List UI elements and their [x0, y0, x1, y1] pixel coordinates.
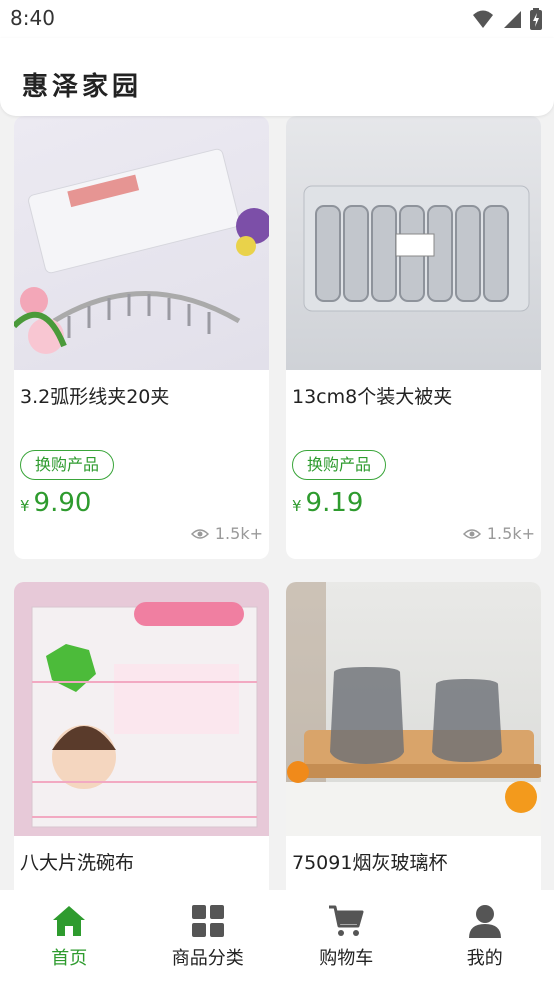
exchange-tag: 换购产品 [20, 450, 115, 480]
currency-symbol: ¥ [20, 497, 30, 515]
exchange-tag: 换购产品 [292, 450, 387, 480]
view-count: 1.5k+ [462, 524, 535, 543]
tab-home[interactable]: 首页 [0, 890, 139, 984]
currency-symbol: ¥ [292, 497, 302, 515]
product-price: ¥9.90 [20, 488, 91, 518]
status-time: 8:40 [10, 6, 55, 30]
wifi-icon [473, 10, 493, 28]
category-grid-icon [191, 905, 224, 937]
battery-icon [530, 8, 542, 30]
tab-categories[interactable]: 商品分类 [139, 890, 278, 984]
product-image[interactable] [286, 582, 541, 836]
user-icon [468, 905, 501, 938]
product-image[interactable] [14, 582, 269, 836]
product-card[interactable]: 13cm8个装大被夹 换购产品 ¥9.19 1.5k+ [286, 116, 541, 559]
price-value: 9.90 [33, 488, 92, 518]
product-image[interactable] [14, 116, 269, 370]
product-name[interactable]: 3.2弧形线夹20夹 [20, 382, 169, 409]
product-name[interactable]: 75091烟灰玻璃杯 [292, 848, 447, 875]
dish-cloth-photo [14, 582, 269, 836]
quilt-clip-photo [303, 185, 530, 312]
product-grid[interactable]: 3.2弧形线夹20夹 换购产品 ¥9.90 1.5k+ 13cm8个装大被夹 换… [0, 116, 554, 890]
status-icons [472, 8, 542, 30]
cart-icon [329, 905, 364, 936]
tab-label: 商品分类 [171, 948, 244, 969]
bottom-tab-bar: 首页 商品分类 购物车 我的 [0, 890, 554, 984]
product-name[interactable]: 13cm8个装大被夹 [292, 382, 452, 409]
product-card[interactable]: 3.2弧形线夹20夹 换购产品 ¥9.90 1.5k+ [14, 116, 269, 559]
view-count-value: 1.5k+ [486, 524, 535, 543]
tab-label: 我的 [466, 948, 503, 969]
product-card[interactable]: 75091烟灰玻璃杯 [286, 582, 541, 890]
tab-profile[interactable]: 我的 [416, 890, 554, 984]
tab-label: 首页 [51, 948, 88, 969]
hanger-clip-photo [14, 148, 269, 354]
eye-icon [462, 528, 481, 539]
status-bar: 8:40 [0, 0, 554, 38]
app-header: 惠泽家园 [0, 38, 554, 116]
eye-icon [190, 528, 209, 539]
product-name[interactable]: 八大片洗碗布 [20, 848, 134, 875]
tab-label: 购物车 [319, 948, 374, 969]
glass-cups-photo [286, 582, 541, 836]
home-icon [53, 906, 86, 936]
view-count: 1.5k+ [190, 524, 263, 543]
tab-cart[interactable]: 购物车 [277, 890, 416, 984]
page-title: 惠泽家园 [22, 72, 143, 102]
view-count-value: 1.5k+ [214, 524, 263, 543]
product-card[interactable]: 八大片洗碗布 [14, 582, 269, 890]
price-value: 9.19 [305, 488, 364, 518]
product-image[interactable] [286, 116, 541, 370]
product-price: ¥9.19 [292, 488, 363, 518]
signal-icon [504, 11, 521, 28]
